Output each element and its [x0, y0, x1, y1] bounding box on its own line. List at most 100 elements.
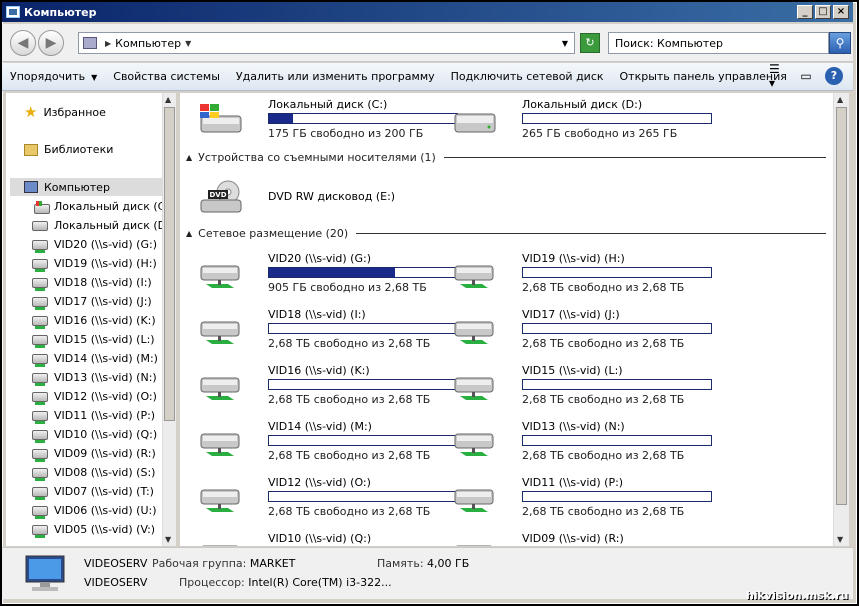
- drive-usage-bar: [268, 323, 458, 334]
- breadcrumb-computer[interactable]: Компьютер: [115, 37, 181, 50]
- network-drive-icon: [32, 372, 48, 386]
- network-drive[interactable]: VID09 (\\s-vid) (R:): [452, 532, 702, 546]
- collapse-icon[interactable]: ▲: [186, 229, 192, 238]
- drive-usage-bar: [522, 323, 712, 334]
- view-options-icon[interactable]: ☰ ▾: [769, 62, 787, 90]
- nav-favorites[interactable]: ★ Избранное: [24, 103, 106, 121]
- scroll-thumb[interactable]: [164, 107, 175, 421]
- nav-drive-label: VID17 (\\s-vid) (J:): [54, 295, 152, 308]
- collapse-icon[interactable]: ▲: [186, 153, 192, 162]
- nav-drive-label: Локальный диск (C:): [54, 200, 164, 213]
- nav-drive-item[interactable]: VID10 (\\s-vid) (Q:): [32, 425, 164, 444]
- network-drive[interactable]: VID19 (\\s-vid) (H:) 2,68 ТБ свободно из …: [452, 252, 712, 300]
- nav-drive-label: VID06 (\\s-vid) (U:): [54, 504, 157, 517]
- hard-drive-icon: [32, 220, 48, 231]
- nav-drive-item[interactable]: VID13 (\\s-vid) (N:): [32, 368, 164, 387]
- nav-drive-item[interactable]: VID20 (\\s-vid) (G:): [32, 235, 164, 254]
- help-icon[interactable]: ?: [825, 67, 843, 85]
- network-drive-icon: [454, 265, 494, 288]
- refresh-button[interactable]: ↻: [580, 33, 600, 53]
- scroll-thumb[interactable]: [836, 107, 847, 505]
- scroll-up-icon[interactable]: ▲: [165, 95, 171, 104]
- drive-usage-bar: [268, 267, 458, 278]
- network-drive[interactable]: VID16 (\\s-vid) (K:) 2,68 ТБ свободно из …: [198, 364, 458, 412]
- minimize-button[interactable]: _: [797, 5, 813, 19]
- network-drive-icon: [200, 489, 240, 512]
- back-button[interactable]: ◀: [10, 30, 36, 56]
- nav-drive-item[interactable]: VID18 (\\s-vid) (I:): [32, 273, 164, 292]
- close-button[interactable]: ×: [833, 5, 849, 19]
- drive-usage-bar: [522, 435, 712, 446]
- drive-name: DVD RW дисковод (E:): [268, 190, 396, 203]
- search-icon[interactable]: ⚲: [829, 32, 851, 54]
- drive-free-space: 175 ГБ свободно из 200 ГБ: [268, 127, 424, 140]
- network-drive[interactable]: VID11 (\\s-vid) (P:) 2,68 ТБ свободно из …: [452, 476, 712, 524]
- address-field[interactable]: ▶ Компьютер ▼ ▼: [78, 32, 575, 54]
- scroll-down-icon[interactable]: ▼: [837, 535, 843, 544]
- network-drive[interactable]: VID20 (\\s-vid) (G:) 905 ГБ свободно из 2…: [198, 252, 458, 300]
- search-input[interactable]: Поиск: Компьютер: [608, 32, 829, 54]
- network-drive[interactable]: VID18 (\\s-vid) (I:) 2,68 ТБ свободно из …: [198, 308, 458, 356]
- network-drive-icon: [32, 486, 48, 500]
- nav-drive-item[interactable]: VID15 (\\s-vid) (L:): [32, 330, 164, 349]
- chevron-down-icon[interactable]: ▼: [185, 39, 191, 48]
- removable-section-header[interactable]: ▲ Устройства со съемными носителями (1): [186, 151, 826, 164]
- nav-drive-item[interactable]: VID09 (\\s-vid) (R:): [32, 444, 164, 463]
- nav-drive-item[interactable]: VID07 (\\s-vid) (T:): [32, 482, 164, 501]
- nav-drive-item[interactable]: Локальный диск (D:): [32, 216, 164, 235]
- nav-drive-label: VID07 (\\s-vid) (T:): [54, 485, 154, 498]
- nav-drive-item[interactable]: VID05 (\\s-vid) (V:): [32, 520, 164, 539]
- uninstall-program-button[interactable]: Удалить или изменить программу: [228, 70, 443, 83]
- nav-drive-item[interactable]: VID06 (\\s-vid) (U:): [32, 501, 164, 520]
- forward-button[interactable]: ▶: [38, 30, 64, 56]
- drive-free-space: 2,68 ТБ свободно из 2,68 ТБ: [268, 449, 431, 462]
- drive-name: VID12 (\\s-vid) (O:): [268, 476, 371, 489]
- nav-drive-item[interactable]: VID19 (\\s-vid) (H:): [32, 254, 164, 273]
- map-network-drive-button[interactable]: Подключить сетевой диск: [443, 70, 612, 83]
- system-properties-button[interactable]: Свойства системы: [105, 70, 228, 83]
- nav-drive-item[interactable]: VID16 (\\s-vid) (K:): [32, 311, 164, 330]
- computer-name-2: VIDEOSERV: [84, 576, 148, 589]
- monitor-icon: [25, 555, 65, 591]
- library-icon: [24, 143, 38, 156]
- network-drive[interactable]: VID14 (\\s-vid) (M:) 2,68 ТБ свободно из …: [198, 420, 458, 468]
- network-section-header[interactable]: ▲ Сетевое размещение (20): [186, 227, 826, 240]
- organize-button[interactable]: Упорядочить ▼: [2, 70, 105, 83]
- preview-pane-icon[interactable]: ▭: [797, 67, 815, 85]
- network-drive[interactable]: VID15 (\\s-vid) (L:) 2,68 ТБ свободно из …: [452, 364, 712, 412]
- drive-name: Локальный диск (D:): [522, 98, 643, 111]
- nav-scrollbar[interactable]: ▲ ▼: [162, 93, 176, 546]
- nav-drive-item[interactable]: VID14 (\\s-vid) (M:): [32, 349, 164, 368]
- drive-d[interactable]: Локальный диск (D:) 265 ГБ свободно из 2…: [452, 98, 712, 146]
- scroll-up-icon[interactable]: ▲: [837, 95, 843, 104]
- drive-c[interactable]: Локальный диск (C:) 175 ГБ свободно из 2…: [198, 98, 458, 146]
- network-drive[interactable]: VID13 (\\s-vid) (N:) 2,68 ТБ свободно из …: [452, 420, 712, 468]
- nav-libraries[interactable]: Библиотеки: [24, 143, 113, 156]
- network-drive-icon: [32, 277, 48, 291]
- nav-drive-item[interactable]: VID17 (\\s-vid) (J:): [32, 292, 164, 311]
- drive-free-space: 2,68 ТБ свободно из 2,68 ТБ: [522, 393, 685, 406]
- scroll-down-icon[interactable]: ▼: [165, 535, 171, 544]
- content-scrollbar[interactable]: ▲ ▼: [833, 93, 849, 546]
- nav-drive-item[interactable]: Локальный диск (C:): [32, 197, 164, 216]
- maximize-button[interactable]: □: [815, 5, 831, 19]
- network-drive[interactable]: VID12 (\\s-vid) (O:) 2,68 ТБ свободно из …: [198, 476, 458, 524]
- nav-computer[interactable]: Компьютер: [10, 178, 162, 196]
- nav-drive-item[interactable]: VID08 (\\s-vid) (S:): [32, 463, 164, 482]
- address-dropdown-icon[interactable]: ▼: [562, 39, 568, 48]
- memory: Память: 4,00 ГБ: [377, 557, 470, 570]
- network-drive-icon: [200, 321, 240, 344]
- network-drive-icon: [32, 315, 48, 329]
- hard-drive-icon: [34, 200, 50, 214]
- drive-dvd[interactable]: DVD DVD RW дисковод (E:): [198, 176, 448, 224]
- network-drive[interactable]: VID10 (\\s-vid) (Q:): [198, 532, 448, 546]
- nav-drive-item[interactable]: VID12 (\\s-vid) (O:): [32, 387, 164, 406]
- network-drive-icon: [32, 239, 48, 253]
- nav-drive-item[interactable]: VID11 (\\s-vid) (P:): [32, 406, 164, 425]
- computer-icon: [83, 37, 97, 49]
- network-drive[interactable]: VID17 (\\s-vid) (J:) 2,68 ТБ свободно из …: [452, 308, 712, 356]
- nav-drive-label: VID11 (\\s-vid) (P:): [54, 409, 156, 422]
- breadcrumb-arrow-icon[interactable]: ▶: [105, 39, 111, 48]
- network-drive-icon: [32, 467, 48, 481]
- open-control-panel-button[interactable]: Открыть панель управления: [612, 70, 795, 83]
